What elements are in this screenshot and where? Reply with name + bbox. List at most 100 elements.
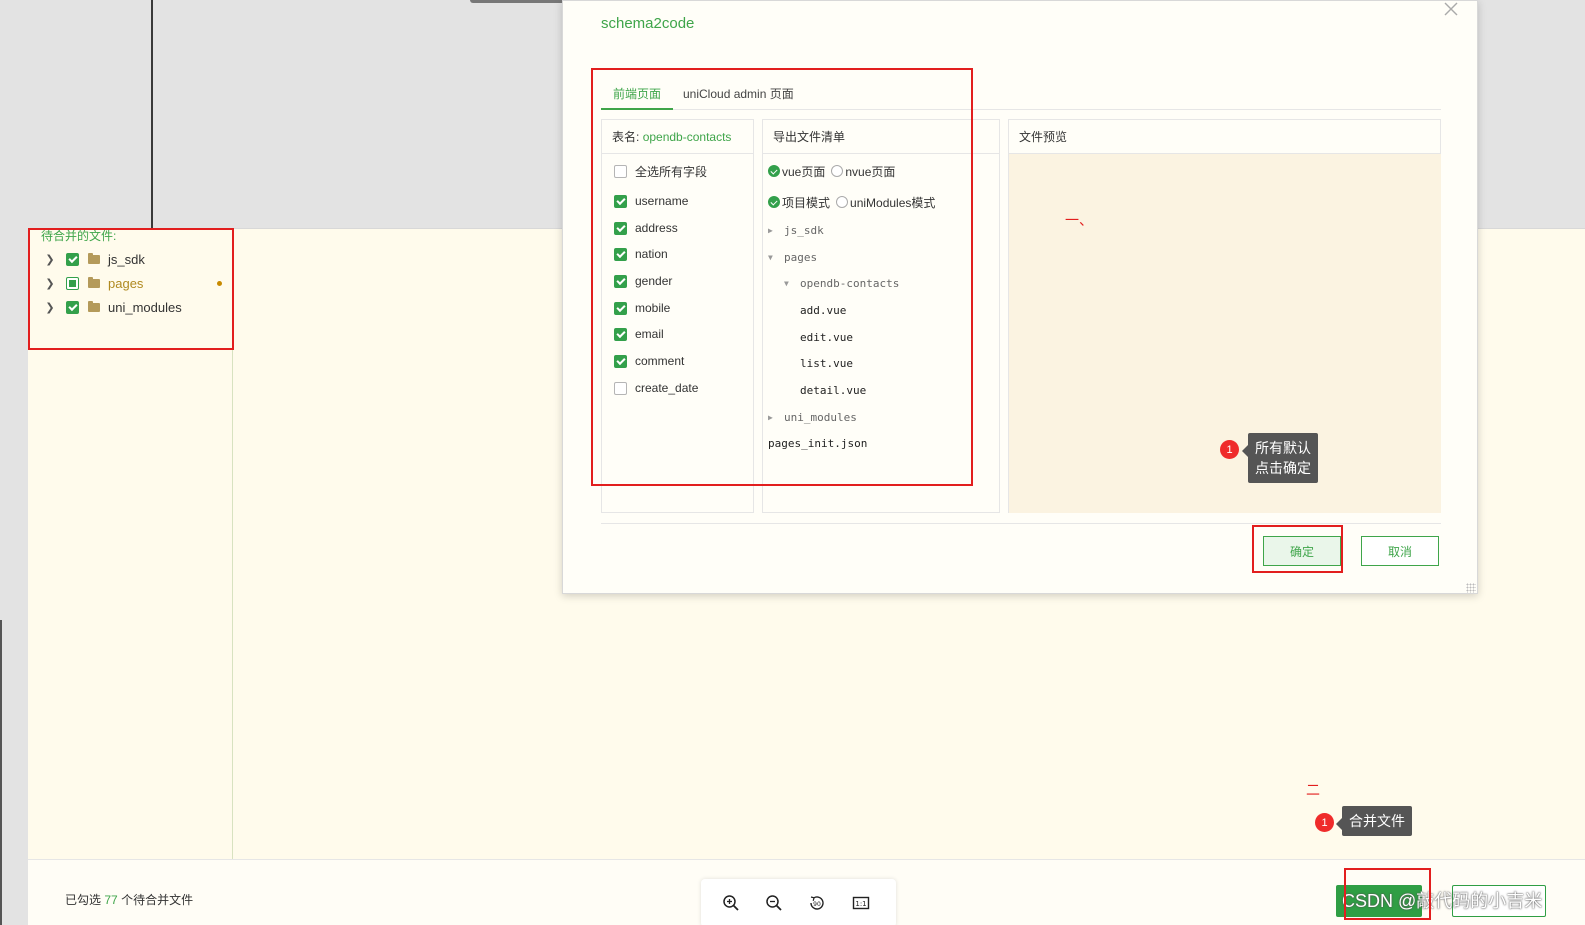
checkbox[interactable] (614, 221, 627, 235)
radio-project-mode[interactable] (768, 196, 780, 208)
tooltip-line: 点击确定 (1255, 460, 1311, 476)
tab-frontend-page[interactable]: 前端页面 (601, 85, 674, 110)
tooltip-line: 所有默认 (1255, 440, 1311, 456)
caret-down-icon[interactable]: ▼ (784, 279, 800, 288)
resize-grip-icon[interactable] (1466, 583, 1476, 593)
export-file-opendb-contacts[interactable]: ▼ opendb-contacts (784, 274, 899, 292)
export-file-pages[interactable]: ▼ pages (768, 248, 817, 266)
selected-count-text: 已勾选 77 个待合并文件 (65, 891, 193, 908)
radio-unimodules-mode[interactable] (836, 196, 849, 208)
fields-panel: 表名: opendb-contacts 全选所有字段 username addr… (601, 119, 754, 513)
cancel-button[interactable]: 取消 (1361, 536, 1439, 566)
radio-nvue-page[interactable] (831, 165, 844, 177)
export-file-add-vue[interactable]: add.vue (800, 301, 846, 319)
annotation-badge: 1 (1315, 813, 1334, 832)
table-name-prefix: 表名: (612, 130, 640, 144)
chevron-right-icon[interactable]: ❯ (44, 301, 56, 314)
merge-tree-item-pages[interactable]: ❯ pages (44, 273, 143, 293)
folder-icon (88, 252, 100, 264)
checkbox[interactable] (614, 247, 627, 261)
caret-down-icon[interactable]: ▼ (768, 253, 784, 262)
watermark-text: CSDN @敲代码的小吉米 (1342, 891, 1543, 911)
checkbox[interactable] (614, 194, 627, 208)
zoom-out-icon[interactable] (764, 893, 784, 913)
field-label: mobile (635, 301, 671, 315)
field-label: gender (635, 274, 673, 288)
modified-dot-icon (217, 281, 222, 286)
field-label: comment (635, 354, 685, 368)
zoom-toolbar: 90 1:1 (701, 879, 896, 925)
background-scroll-thumb[interactable] (470, 0, 570, 3)
annotation-badge: 1 (1220, 440, 1239, 459)
file-label: uni_modules (784, 410, 857, 424)
merge-tree-label: js_sdk (108, 251, 145, 267)
field-checkbox-username[interactable]: username (614, 192, 688, 210)
field-checkbox-nation[interactable]: nation (614, 245, 668, 263)
mode-radio-group: 项目模式 uniModules模式 (768, 193, 941, 211)
merge-checkbox-uni-modules[interactable] (66, 300, 79, 314)
radio-label: 项目模式 (782, 195, 831, 210)
merge-tree-item-js-sdk[interactable]: ❯ js_sdk (44, 249, 145, 269)
merge-footer: 已勾选 77 个待合并文件 90 1:1 CSDN @敲代码的小吉米 (28, 859, 1585, 925)
selected-count: 77 (104, 893, 118, 907)
tab-unicloud-admin-page[interactable]: uniCloud admin 页面 (671, 85, 806, 110)
export-file-list-vue[interactable]: list.vue (800, 354, 853, 372)
dialog-footer-divider (601, 523, 1441, 524)
export-panel-header: 导出文件清单 (763, 120, 999, 154)
merge-tree-item-uni-modules[interactable]: ❯ uni_modules (44, 297, 182, 317)
checkbox[interactable] (614, 301, 627, 315)
svg-text:90: 90 (813, 901, 821, 908)
annotation-step-one: 一、 (1065, 212, 1093, 228)
confirm-button[interactable]: 确定 (1263, 536, 1341, 566)
field-checkbox-mobile[interactable]: mobile (614, 299, 670, 317)
file-label: list.vue (800, 356, 853, 370)
checkbox[interactable] (614, 327, 627, 341)
select-all-fields-checkbox[interactable]: 全选所有字段 (614, 162, 707, 180)
file-label: pages (784, 250, 818, 264)
merge-checkbox-js-sdk[interactable] (66, 252, 79, 266)
export-file-detail-vue[interactable]: detail.vue (800, 381, 866, 399)
annotation-tooltip-merge: 合并文件 (1336, 806, 1412, 836)
export-file-edit-vue[interactable]: edit.vue (800, 328, 853, 346)
background-left-gutter (0, 228, 28, 925)
field-checkbox-create-date[interactable]: create_date (614, 379, 698, 397)
merge-tree-pane: 待合并的文件: ❯ js_sdk ❯ pages ❯ uni_modules (28, 229, 233, 859)
radio-vue-page[interactable] (768, 165, 780, 177)
export-files-panel: 导出文件清单 vue页面 nvue页面 项目模式 uniModules模式 ▶ … (762, 119, 1000, 513)
field-label: address (635, 221, 678, 235)
merge-checkbox-pages[interactable] (66, 276, 79, 290)
selected-suffix: 个待合并文件 (121, 893, 194, 907)
caret-right-icon[interactable]: ▶ (768, 226, 784, 235)
merge-tree-title: 待合并的文件: (41, 229, 117, 243)
radio-label: uniModules模式 (850, 195, 936, 210)
checkbox[interactable] (614, 274, 627, 288)
checkbox[interactable] (614, 381, 627, 395)
field-label: create_date (635, 381, 699, 395)
chevron-right-icon[interactable]: ❯ (44, 277, 56, 290)
export-file-js-sdk[interactable]: ▶ js_sdk (768, 221, 824, 239)
folder-icon (88, 276, 100, 288)
checkbox[interactable] (614, 354, 627, 368)
actual-size-icon[interactable]: 1:1 (851, 893, 871, 913)
zoom-in-icon[interactable] (721, 893, 741, 913)
table-name: opendb-contacts (642, 130, 732, 144)
rotate-90-icon[interactable]: 90 (807, 893, 827, 913)
schema2code-dialog: schema2code 前端页面 uniCloud admin 页面 表名: o… (562, 0, 1478, 594)
field-checkbox-email[interactable]: email (614, 325, 664, 343)
select-all-label: 全选所有字段 (635, 164, 708, 179)
close-icon[interactable] (1443, 1, 1463, 19)
merge-tree-label: pages (108, 275, 144, 291)
svg-text:1:1: 1:1 (855, 900, 866, 908)
field-checkbox-comment[interactable]: comment (614, 352, 684, 370)
file-preview-area (1009, 154, 1441, 513)
merge-tree-label: uni_modules (108, 299, 182, 315)
field-label: nation (635, 247, 668, 261)
caret-right-icon[interactable]: ▶ (768, 413, 784, 422)
export-file-uni-modules[interactable]: ▶ uni_modules (768, 408, 857, 426)
export-file-pages-init-json[interactable]: pages_init.json (768, 434, 867, 452)
chevron-right-icon[interactable]: ❯ (44, 253, 56, 266)
field-checkbox-gender[interactable]: gender (614, 272, 672, 290)
field-checkbox-address[interactable]: address (614, 219, 678, 237)
checkbox[interactable] (614, 164, 627, 178)
selected-prefix: 已勾选 (65, 893, 102, 907)
